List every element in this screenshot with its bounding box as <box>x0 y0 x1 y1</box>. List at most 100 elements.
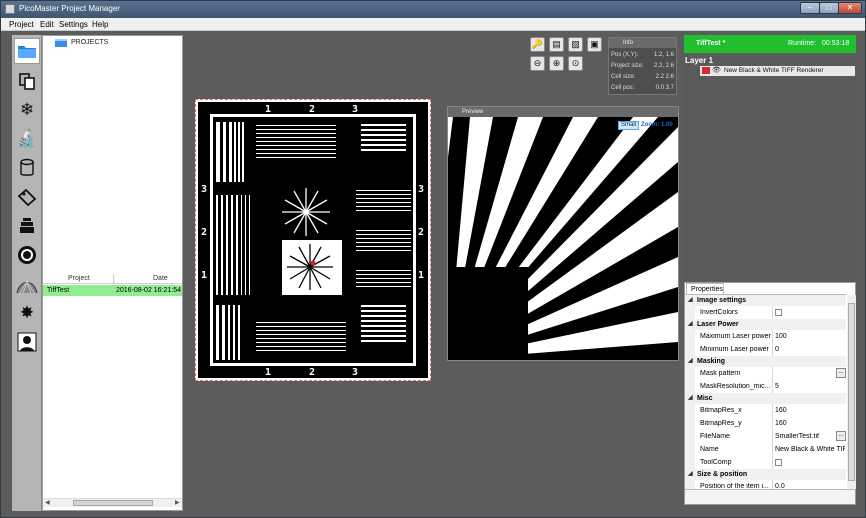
category-laser-power[interactable]: ◢ Laser Power <box>685 319 846 330</box>
preview-header[interactable]: Preview <box>448 107 678 117</box>
table-row[interactable]: TiffTest 2016-08-02 16:21:54 <box>43 285 182 296</box>
scroll-thumb[interactable] <box>848 303 855 481</box>
menu-settings[interactable]: Settings <box>59 20 88 29</box>
projects-label[interactable]: PROJECTS <box>71 39 108 46</box>
property-row[interactable]: Name New Black & White TIF <box>685 443 846 456</box>
snowflake-icon[interactable]: ❄ <box>14 97 40 123</box>
runtime-value: 00:53:18 <box>822 40 850 47</box>
project-date: 2016-08-02 16:21:54 <box>116 287 181 294</box>
col-date[interactable]: Date <box>153 275 168 282</box>
close-button[interactable]: ✕ <box>838 2 862 14</box>
menu-help[interactable]: Help <box>92 20 108 29</box>
microscope-icon[interactable]: 🔬 <box>14 126 40 152</box>
zoom-out-icon[interactable]: ⊖ <box>530 56 545 71</box>
layer-panel: TiffTest * Runtime: 00:53:18 Layer 1 👁 N… <box>684 35 856 281</box>
category-misc[interactable]: ◢ Misc <box>685 393 846 404</box>
category-size-position[interactable]: ◢ Size & position <box>685 469 846 480</box>
invert-colors-checkbox[interactable] <box>775 309 782 316</box>
stack-icon[interactable] <box>14 213 40 239</box>
property-row[interactable]: Minimum Laser power 0 <box>685 343 846 356</box>
person-icon[interactable] <box>14 329 40 355</box>
property-grid: ◢ Image settings InvertColors ◢ Laser Powe… <box>685 294 846 493</box>
title-bar: PicoMaster Project Manager – □ ✕ <box>1 1 865 18</box>
resolution-target-image: 1 2 3 1 2 3 3 2 1 3 2 1 <box>198 102 428 378</box>
target-label-1-right: 1 <box>418 270 424 281</box>
mesh-icon[interactable] <box>14 271 40 297</box>
filename-browse-button[interactable]: ... <box>836 431 846 441</box>
target-label-3-bottom: 3 <box>352 367 358 378</box>
layer-item-label: New Black & White TIFF Renderer <box>724 67 824 74</box>
maximize-button[interactable]: □ <box>819 2 839 14</box>
minimize-button[interactable]: – <box>800 2 820 14</box>
property-row[interactable]: Mask pattern ... <box>685 367 846 380</box>
projects-table-header: Project Date <box>43 274 182 284</box>
scroll-thumb[interactable] <box>73 500 153 506</box>
layer-title[interactable]: Layer 1 <box>685 56 713 65</box>
col-project[interactable]: Project <box>68 275 90 282</box>
target-label-3-top: 3 <box>352 104 358 115</box>
layer-item[interactable]: 👁 New Black & White TIFF Renderer <box>700 66 855 76</box>
monitor-icon[interactable]: ▣ <box>587 37 602 52</box>
menu-edit[interactable]: Edit <box>40 20 54 29</box>
target-label-3-right: 3 <box>418 184 424 195</box>
app-window: PicoMaster Project Manager – □ ✕ Project… <box>0 0 866 518</box>
info-cellpos-value: 0.0 3.7 <box>655 85 674 91</box>
info-size-label: Project size: <box>611 63 644 69</box>
zoom-in-icon[interactable]: ⊕ <box>549 56 564 71</box>
property-row[interactable]: BitmapRes_x 160 <box>685 404 846 417</box>
target-label-1-top: 1 <box>265 104 271 115</box>
properties-panel: Properties ◢ Image settings InvertColors … <box>684 282 856 505</box>
category-masking[interactable]: ◢ Masking <box>685 356 846 367</box>
design-canvas[interactable]: 1 2 3 1 2 3 3 2 1 3 2 1 <box>195 99 431 381</box>
property-row[interactable]: InvertColors <box>685 306 846 319</box>
properties-vscrollbar[interactable] <box>847 295 856 489</box>
preview-size-button[interactable]: Small <box>618 121 640 130</box>
folder-icon[interactable] <box>14 38 40 64</box>
info-pos-value: 1.2, 1.6 <box>653 52 674 58</box>
copy-icon[interactable] <box>14 68 40 94</box>
mask-pattern-browse-button[interactable]: ... <box>836 368 846 378</box>
info-cellsize-value: 2.2 2.6 <box>655 74 674 80</box>
property-row[interactable]: BitmapRes_y 160 <box>685 417 846 430</box>
toolcomp-checkbox[interactable] <box>775 459 782 466</box>
scroll-left-icon[interactable]: ◀ <box>45 499 50 506</box>
property-row[interactable]: FileName SmallerTest.tif ... <box>685 430 846 443</box>
info-cellpos-label: Cell pos: <box>611 85 635 91</box>
info-panel: Info Pos (X,Y): 1.2, 1.6 Project size: 2… <box>608 37 677 95</box>
target-label-2-bottom: 2 <box>309 367 315 378</box>
tab-properties[interactable]: Properties <box>686 283 724 294</box>
preview-panel: Preview Small Zoom: 1.00 <box>447 106 679 361</box>
runtime-label: Runtime: <box>788 40 817 47</box>
info-size-value: 2.2, 2.6 <box>653 63 674 69</box>
project-status-bar: TiffTest * Runtime: 00:53:18 <box>684 35 856 53</box>
target-label-1-bottom: 1 <box>265 367 271 378</box>
sun-icon[interactable]: ✸ <box>14 300 40 326</box>
key-icon[interactable]: 🔑 <box>530 37 545 52</box>
view-toolbar: 🔑 ▤ ▨ ▣ ⊖ ⊕ ⊙ <box>530 37 606 72</box>
target-icon[interactable] <box>14 242 40 268</box>
target-label-3-left: 3 <box>201 184 207 195</box>
tiff-icon <box>702 67 710 74</box>
property-row[interactable]: ToolComp <box>685 456 846 469</box>
property-description <box>685 489 855 504</box>
menu-project[interactable]: Project <box>9 20 34 29</box>
image-icon[interactable]: ▨ <box>568 37 583 52</box>
property-row[interactable]: MaskResolution_mic... 5 <box>685 380 846 393</box>
category-image-settings[interactable]: ◢ Image settings <box>685 295 846 306</box>
menu-bar: Project Edit Settings Help <box>1 18 865 31</box>
info-cellsize-label: Cell size: <box>611 74 636 80</box>
cylinder-icon[interactable] <box>14 155 40 181</box>
zoom-fit-icon[interactable]: ⊙ <box>568 56 583 71</box>
target-label-1-left: 1 <box>201 270 207 281</box>
eye-icon[interactable]: 👁 <box>712 66 721 74</box>
tag-icon[interactable] <box>14 184 40 210</box>
info-header[interactable]: Info <box>609 38 676 48</box>
target-label-2-left: 2 <box>201 227 207 238</box>
property-row[interactable]: Maximum Laser power 100 <box>685 330 846 343</box>
layers-icon[interactable]: ▤ <box>549 37 564 52</box>
scroll-right-icon[interactable]: ▶ <box>175 499 180 506</box>
projects-hscrollbar[interactable]: ◀ ▶ <box>43 498 182 507</box>
projects-folder-icon <box>55 39 67 47</box>
preview-zoom-label: Zoom: 1.00 <box>641 122 673 128</box>
project-name: TiffTest <box>47 287 70 294</box>
